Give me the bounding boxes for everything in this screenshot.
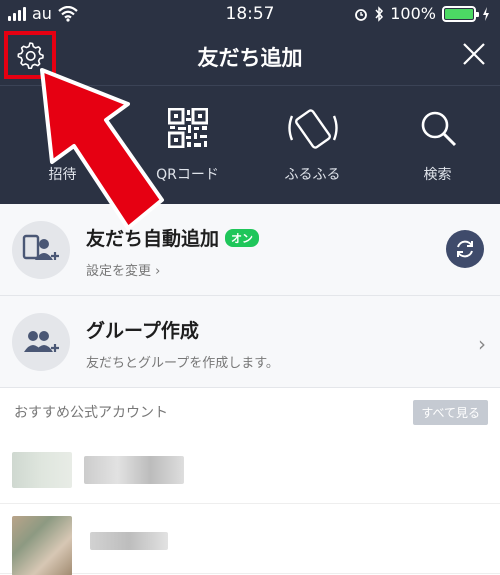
method-shake-label: ふるふる bbox=[284, 167, 341, 183]
account-avatar-blurred bbox=[12, 516, 72, 575]
add-method-bar: 招待 QRコード ふるふる 検索 bbox=[0, 100, 500, 200]
method-search[interactable]: 検索 bbox=[375, 100, 500, 184]
status-bar: au 18:57 100% bbox=[0, 0, 500, 30]
battery-percent: 100% bbox=[390, 4, 436, 23]
status-badge: オン bbox=[225, 228, 260, 247]
method-qr-label: QRコード bbox=[156, 167, 219, 183]
page-title: 友だち追加 bbox=[197, 46, 303, 70]
group-add-icon bbox=[24, 331, 59, 352]
method-shake[interactable]: ふるふる bbox=[250, 100, 375, 184]
top-panel: au 18:57 100% 友だち追加 招待 QRコード ふるふる 検索 bbox=[0, 0, 500, 204]
group-avatar bbox=[12, 313, 70, 371]
method-invite[interactable]: 招待 bbox=[0, 100, 125, 184]
account-name-blurred bbox=[84, 456, 184, 484]
account-name-blurred bbox=[90, 532, 168, 550]
list-item[interactable] bbox=[0, 436, 500, 504]
group-create-row[interactable]: グループ作成 友だちとグループを作成します。 › bbox=[0, 296, 500, 388]
alarm-icon bbox=[355, 8, 368, 21]
auto-add-row[interactable]: 友だち自動追加 オン 設定を変更 › bbox=[0, 204, 500, 296]
charging-icon bbox=[483, 6, 489, 21]
auto-add-title: 友だち自動追加 bbox=[86, 228, 220, 250]
see-all-button[interactable]: すべて見る bbox=[413, 400, 488, 425]
recommended-section-header: おすすめ公式アカウント すべて見る bbox=[0, 388, 500, 436]
bluetooth-icon bbox=[375, 5, 384, 22]
list-item[interactable] bbox=[0, 506, 500, 575]
method-search-label: 検索 bbox=[423, 167, 452, 183]
method-invite-label: 招待 bbox=[48, 167, 77, 183]
shake-icon bbox=[287, 109, 338, 149]
refresh-icon bbox=[457, 240, 473, 258]
section-title: おすすめ公式アカウント bbox=[14, 405, 168, 421]
contacts-add-icon bbox=[22, 234, 59, 260]
battery-icon bbox=[442, 5, 479, 22]
method-qr-code[interactable]: QRコード bbox=[125, 100, 250, 184]
navigation-header: 友だち追加 bbox=[0, 30, 500, 86]
auto-add-subtitle[interactable]: 設定を変更 › bbox=[86, 260, 160, 279]
chevron-right-icon: › bbox=[478, 332, 486, 356]
close-icon[interactable] bbox=[460, 40, 488, 68]
refresh-button[interactable] bbox=[446, 230, 484, 268]
group-subtitle: 友だちとグループを作成します。 bbox=[86, 356, 279, 371]
qr-code-icon bbox=[167, 108, 208, 148]
search-icon bbox=[421, 111, 456, 147]
auto-add-avatar bbox=[12, 221, 70, 279]
account-avatar-blurred bbox=[12, 452, 72, 488]
invite-icon bbox=[47, 114, 78, 145]
group-title: グループ作成 bbox=[86, 320, 199, 342]
